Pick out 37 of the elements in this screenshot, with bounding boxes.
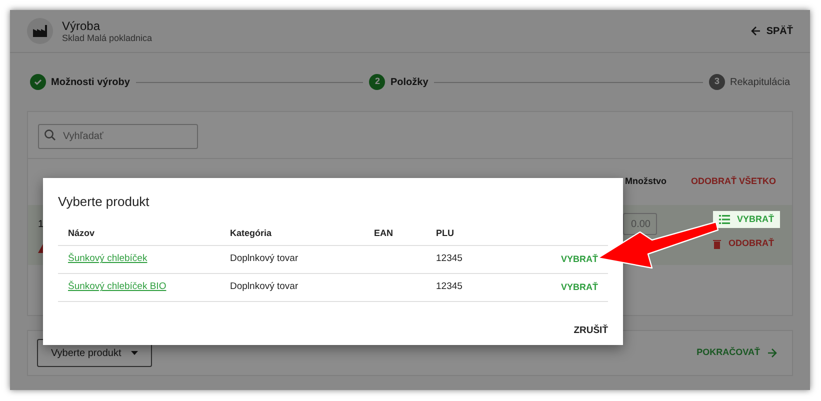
product-link[interactable]: Šunkový chlebíček BIO: [68, 280, 230, 295]
continue-button[interactable]: POKRAČOVAŤ: [696, 346, 777, 360]
select-button[interactable]: VYBRAŤ: [712, 211, 780, 228]
step-number: 3: [708, 74, 725, 90]
step-label: Možnosti výroby: [51, 76, 130, 90]
arrow-left-icon: [751, 26, 762, 36]
cancel-button[interactable]: ZRUŠIŤ: [574, 324, 608, 338]
step-label: Položky: [390, 76, 428, 90]
column-header: EAN: [374, 226, 394, 240]
column-header: PLU: [436, 226, 455, 240]
factory-icon: [27, 18, 53, 44]
column-header: Množstvo: [625, 175, 666, 188]
arrow-right-icon: [767, 348, 777, 358]
step-number: 2: [369, 74, 386, 90]
column-header: Kategória: [230, 226, 273, 240]
caret-icon: [131, 351, 138, 355]
dialog-title: Vyberte produkt: [58, 193, 150, 211]
column-header: Názov: [68, 226, 96, 240]
search-field[interactable]: Vyhľadať: [38, 124, 198, 148]
page-subtitle: Sklad Malá pokladnica: [62, 32, 152, 44]
remove-all-button[interactable]: ODOBRAŤ VŠETKO: [690, 175, 776, 189]
page-title: Výroba: [62, 18, 102, 32]
product-link[interactable]: Šunkový chlebíček: [68, 252, 230, 267]
table-cell-text: 12345: [436, 280, 464, 294]
table-cell-text: 12345: [436, 252, 464, 266]
remove-button[interactable]: ODOBRAŤ: [712, 237, 780, 250]
table-cell-text: Doplnkový tovar: [230, 252, 300, 266]
table-cell-text: Doplnkový tovar: [230, 280, 300, 294]
table-cell-text: 1: [38, 218, 45, 232]
select-button[interactable]: VYBRAŤ: [560, 252, 598, 266]
trash-icon: [712, 238, 720, 249]
search-icon: [44, 128, 56, 140]
list-icon: [718, 215, 730, 224]
select-button[interactable]: VYBRAŤ: [560, 280, 598, 294]
step-label: Rekapitulácia: [730, 76, 790, 90]
check-icon: [30, 74, 46, 90]
back-button[interactable]: SPÄŤ: [751, 24, 793, 38]
